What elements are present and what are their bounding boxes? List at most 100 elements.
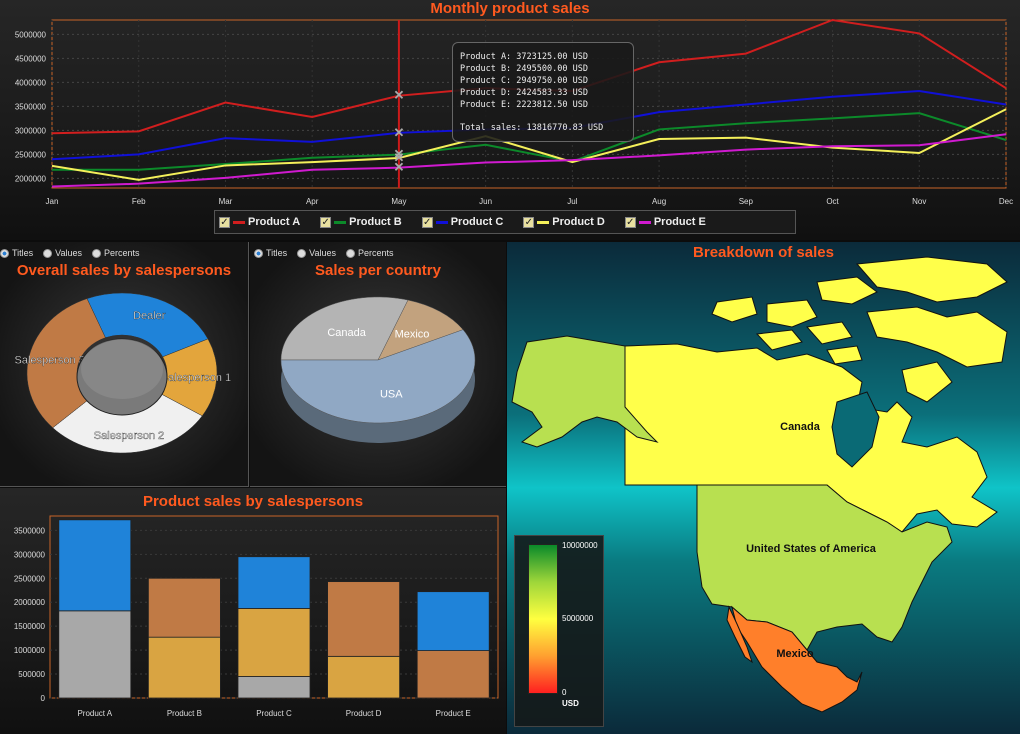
x-tick-label: Jun (479, 197, 492, 206)
bar-segment (58, 519, 132, 612)
legend-label: Product C (450, 216, 504, 228)
y-tick-label: 2000000 (15, 174, 47, 183)
checkbox-icon[interactable]: ✓ (219, 216, 230, 228)
donut-slice-label: Salesperson 3 (15, 354, 85, 366)
product-salespersons-bar-chart[interactable]: 0 500000 1000000 1500000 2000000 2500000 30000… (0, 488, 506, 734)
checkbox-icon[interactable]: ✓ (421, 216, 433, 228)
y-tick-label: 500000 (18, 670, 45, 679)
tooltip-total: Total sales: 13816770.83 USD (460, 123, 604, 133)
checkbox-icon[interactable]: ✓ (624, 216, 636, 228)
x-tick-label: Product A (77, 709, 112, 718)
x-tick-label: Product C (256, 709, 292, 718)
x-tick-label: Product B (167, 709, 202, 718)
country-label-canada: Canada (780, 421, 821, 433)
x-tick-label: Jan (46, 197, 59, 206)
country-label-usa: United States of America (746, 543, 877, 555)
y-tick-label: 1500000 (14, 622, 46, 631)
scale-unit-label: USD (562, 699, 579, 708)
bar-segment (416, 650, 490, 699)
y-tick-label: 4000000 (15, 78, 47, 87)
legend-item-product-a[interactable]: ✓ Product A (219, 216, 300, 228)
legend-swatch (435, 220, 448, 224)
bar-segment (237, 556, 311, 609)
color-scale-bar (528, 544, 558, 694)
dashboard: Monthly product sales 2000000 2500000 3000… (0, 0, 1020, 734)
y-tick-label: 1000000 (14, 646, 46, 655)
pie-slice-label: Canada (327, 327, 366, 339)
monthly-sales-panel: Monthly product sales 2000000 2500000 3000… (0, 0, 1020, 240)
donut-slice-label: Dealer (133, 310, 166, 322)
x-tick-label: Mar (219, 197, 233, 206)
legend-item-product-e[interactable]: ✓ Product E (624, 216, 706, 228)
color-scale-legend: 10000000 5000000 0 USD (514, 535, 604, 727)
chart-legend: ✓ Product A ✓ Product B ✓ Product C ✓ Pr… (214, 210, 796, 234)
x-tick-label: Aug (652, 197, 666, 206)
crosshair-marker: ✕ (393, 125, 404, 140)
y-tick-label: 3500000 (15, 102, 47, 111)
legend-swatch (537, 220, 550, 224)
x-tick-label: May (391, 197, 406, 206)
y-tick-label: 4500000 (15, 54, 47, 63)
country-panel: Titles Values Percents Sales per country… (250, 242, 506, 487)
x-tick-label: Product E (436, 709, 471, 718)
tooltip-line: Product D: 2424583.33 USD (460, 88, 588, 98)
tooltip-line: Product E: 2223812.50 USD (460, 100, 588, 110)
sales-tooltip: Product A: 3723125.00 USD Product B: 249… (452, 42, 634, 142)
legend-swatch (334, 220, 347, 224)
scale-max-label: 10000000 (562, 541, 598, 550)
crosshair-marker: ✕ (393, 160, 404, 175)
salespersons-panel: Titles Values Percents Overall sales by … (0, 242, 249, 487)
bar-segment (327, 581, 401, 657)
legend-label: Product B (349, 216, 402, 228)
product-salespersons-panel: Product sales by salespersons 0 500000 100… (0, 488, 506, 734)
bar-segment (147, 636, 221, 699)
bar-segment (416, 591, 490, 651)
x-tick-label: Product D (346, 709, 382, 718)
bar-segment (237, 608, 311, 677)
x-tick-label: Oct (826, 197, 839, 206)
tooltip-line: Product B: 2495500.00 USD (460, 64, 588, 74)
y-tick-label: 2500000 (15, 150, 47, 159)
legend-item-product-b[interactable]: ✓ Product B (320, 216, 402, 228)
bar-segment (237, 676, 311, 699)
legend-label: Product D (552, 216, 605, 228)
y-tick-label: 0 (41, 694, 46, 703)
country-pie-chart[interactable]: Canada Mexico USA (250, 242, 506, 487)
pie-slice-label: Mexico (395, 328, 430, 340)
x-tick-label: Apr (306, 197, 319, 206)
y-tick-label: 3500000 (14, 526, 46, 535)
bar-segment (58, 610, 132, 699)
y-tick-label: 2000000 (14, 598, 46, 607)
scale-mid-label: 5000000 (562, 614, 594, 623)
bar-segment (147, 577, 221, 638)
scale-min-label: 0 (562, 688, 567, 697)
bar-segment (327, 655, 401, 699)
checkbox-icon[interactable]: ✓ (523, 216, 535, 228)
x-tick-label: Sep (739, 197, 754, 206)
y-tick-label: 3000000 (14, 550, 46, 559)
tooltip-line: Product A: 3723125.00 USD (460, 52, 588, 62)
country-label-mexico: Mexico (776, 648, 814, 660)
crosshair-marker: ✕ (393, 88, 404, 103)
x-tick-label: Dec (999, 197, 1013, 206)
x-tick-label: Nov (912, 197, 926, 206)
x-tick-label: Feb (132, 197, 146, 206)
pie-slice-label: USA (380, 389, 403, 401)
checkbox-icon[interactable]: ✓ (320, 216, 332, 228)
legend-item-product-c[interactable]: ✓ Product C (421, 216, 504, 228)
salespersons-donut-chart[interactable]: Dealer Salesperson 1 Salesperson 2 Salesper… (0, 242, 249, 487)
y-tick-label: 5000000 (15, 30, 47, 39)
legend-swatch (638, 220, 651, 224)
donut-slice-label: Salesperson 2 (94, 430, 164, 442)
legend-swatch (233, 220, 245, 224)
x-tick-label: Jul (567, 197, 577, 206)
y-tick-label: 3000000 (15, 126, 47, 135)
tooltip-line: Product C: 2949750.00 USD (460, 76, 588, 86)
y-tick-label: 2500000 (14, 574, 46, 583)
legend-label: Product E (653, 216, 706, 228)
legend-label: Product A (248, 216, 301, 228)
donut-slice-label: Salesperson 1 (161, 372, 231, 384)
breakdown-map-panel: Breakdown of sales Canada United States … (507, 242, 1020, 734)
legend-item-product-d[interactable]: ✓ Product D (523, 216, 605, 228)
donut-hole-highlight (81, 339, 163, 399)
